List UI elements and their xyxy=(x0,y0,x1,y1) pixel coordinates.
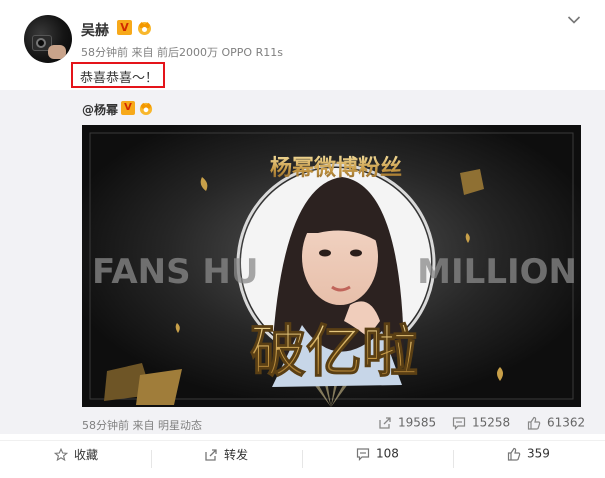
share-icon xyxy=(205,448,217,461)
post-text: 恭喜恭喜～！ xyxy=(80,71,159,86)
post-meta: 58分钟前 来自 前后2000万 OPPO R11s xyxy=(81,44,283,60)
repost-button[interactable]: 转发 xyxy=(204,446,248,472)
comment-icon xyxy=(452,416,466,430)
repost-source[interactable]: 明星动态 xyxy=(158,419,202,432)
like-count-label: 359 xyxy=(527,446,550,461)
repost-comment-count[interactable]: 15258 xyxy=(452,415,510,430)
verified-v-icon: V xyxy=(121,101,135,115)
poster-big-text: 破亿啦 xyxy=(250,320,418,385)
verified-v-icon: V xyxy=(117,20,132,35)
author-name[interactable]: 吴赫 xyxy=(81,20,109,40)
source-prefix: 来自 xyxy=(131,46,154,59)
repost-meta: 58分钟前 来自 明星动态 xyxy=(82,417,202,433)
post-source[interactable]: 前后2000万 OPPO R11s xyxy=(157,46,283,59)
like-button[interactable]: 359 xyxy=(507,446,550,472)
repost-share-count[interactable]: 19585 xyxy=(378,415,436,430)
repost-image[interactable]: 杨幂微博粉丝 FANS HU MILLION 破亿啦 xyxy=(82,125,581,407)
repost-author-mention[interactable]: @杨幂 xyxy=(82,101,118,118)
comment-count-label: 108 xyxy=(376,446,399,461)
camera-lens-shape xyxy=(36,38,46,48)
favorite-label: 收藏 xyxy=(74,448,99,462)
vip-crown-icon xyxy=(139,102,153,116)
author-avatar[interactable] xyxy=(24,15,72,63)
poster-graphic: 杨幂微博粉丝 FANS HU MILLION 破亿啦 xyxy=(82,125,581,407)
poster-headline-cn: 杨幂微博粉丝 xyxy=(270,155,402,181)
like-count: 61362 xyxy=(547,415,586,430)
action-divider xyxy=(151,450,152,468)
comment-count: 15258 xyxy=(472,415,511,430)
weibo-card: 吴赫 V 58分钟前 来自 前后2000万 OPPO R11s 恭喜恭喜～！ @… xyxy=(0,0,605,478)
poster-headline-en-right: MILLION xyxy=(417,252,577,292)
post-time[interactable]: 58分钟前 xyxy=(81,46,128,59)
star-icon xyxy=(54,447,68,461)
comment-button[interactable]: 108 xyxy=(356,446,399,472)
hand-shape xyxy=(48,45,66,59)
repost-source-prefix: 来自 xyxy=(132,419,155,432)
thumbs-up-icon xyxy=(527,416,541,430)
chevron-down-icon[interactable] xyxy=(567,15,581,25)
favorite-button[interactable]: 收藏 xyxy=(54,446,98,472)
repost-label: 转发 xyxy=(224,448,249,462)
comment-icon xyxy=(356,447,370,461)
vip-crown-icon xyxy=(138,22,151,35)
share-count: 19585 xyxy=(398,415,437,430)
action-divider xyxy=(302,450,303,468)
repost-time[interactable]: 58分钟前 xyxy=(82,419,129,432)
poster-headline-en-left: FANS HU xyxy=(92,252,258,292)
share-icon xyxy=(379,416,391,429)
thumbs-up-icon xyxy=(507,447,521,461)
repost-like-count[interactable]: 61362 xyxy=(527,415,585,430)
action-divider xyxy=(453,450,454,468)
